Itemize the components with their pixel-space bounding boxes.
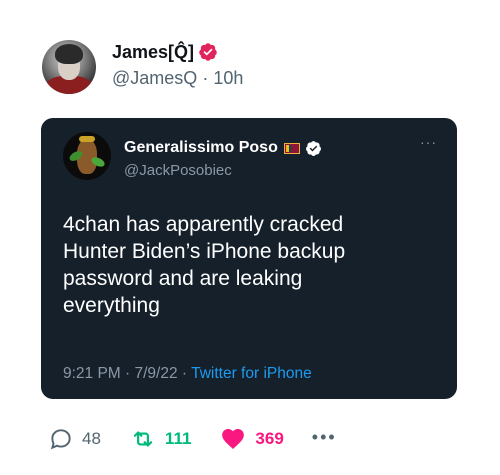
quoted-tweet-meta: 9:21 PM · 7/9/22 · Twitter for iPhone [63, 365, 312, 383]
time-separator: · [202, 68, 209, 88]
tweet-header: James[Q̂] @JamesQ · 10h [42, 40, 462, 98]
tweet-actions: 48 111 369 ••• [48, 424, 337, 454]
reply-count: 48 [82, 429, 101, 448]
author-handle[interactable]: @JamesQ [112, 68, 197, 88]
quoted-timestamp[interactable]: 9:21 PM · 7/9/22 [63, 365, 178, 382]
heart-icon [222, 429, 245, 449]
source-link[interactable]: Twitter for iPhone [191, 365, 312, 382]
quoted-avatar[interactable] [63, 132, 111, 180]
author-display-name[interactable]: James[Q̂] [112, 42, 194, 63]
avatar[interactable] [42, 40, 96, 94]
reply-icon [50, 429, 71, 450]
retweet-icon [133, 431, 153, 447]
quoted-display-name[interactable]: Generalissimo Poso [124, 139, 278, 157]
retweet-count: 111 [164, 429, 192, 448]
verified-badge-icon [305, 140, 321, 156]
quoted-name-row: Generalissimo Poso [124, 138, 322, 158]
quoted-tweet-card[interactable]: Generalissimo Poso @JackPosobiec ··· 4ch… [41, 118, 457, 399]
author-name-row: James[Q̂] [112, 40, 218, 64]
reply-button[interactable]: 48 [48, 426, 101, 452]
verified-badge-icon [199, 43, 217, 61]
like-button[interactable]: 369 [219, 426, 284, 452]
avatar-crown [79, 136, 95, 142]
sri-lanka-flag-icon [283, 142, 300, 154]
like-count: 369 [255, 429, 284, 448]
more-icon[interactable]: ••• [312, 427, 337, 448]
avatar-hair [55, 44, 83, 64]
meta-separator: · [177, 365, 192, 382]
tweet-time[interactable]: 10h [213, 68, 243, 88]
retweet-button[interactable]: 111 [129, 426, 192, 452]
author-handle-row: @JamesQ · 10h [112, 68, 243, 89]
quoted-tweet-text: 4chan has apparently cracked Hunter Bide… [63, 213, 346, 317]
more-icon[interactable]: ··· [420, 134, 437, 150]
quoted-handle[interactable]: @JackPosobiec [124, 162, 232, 179]
